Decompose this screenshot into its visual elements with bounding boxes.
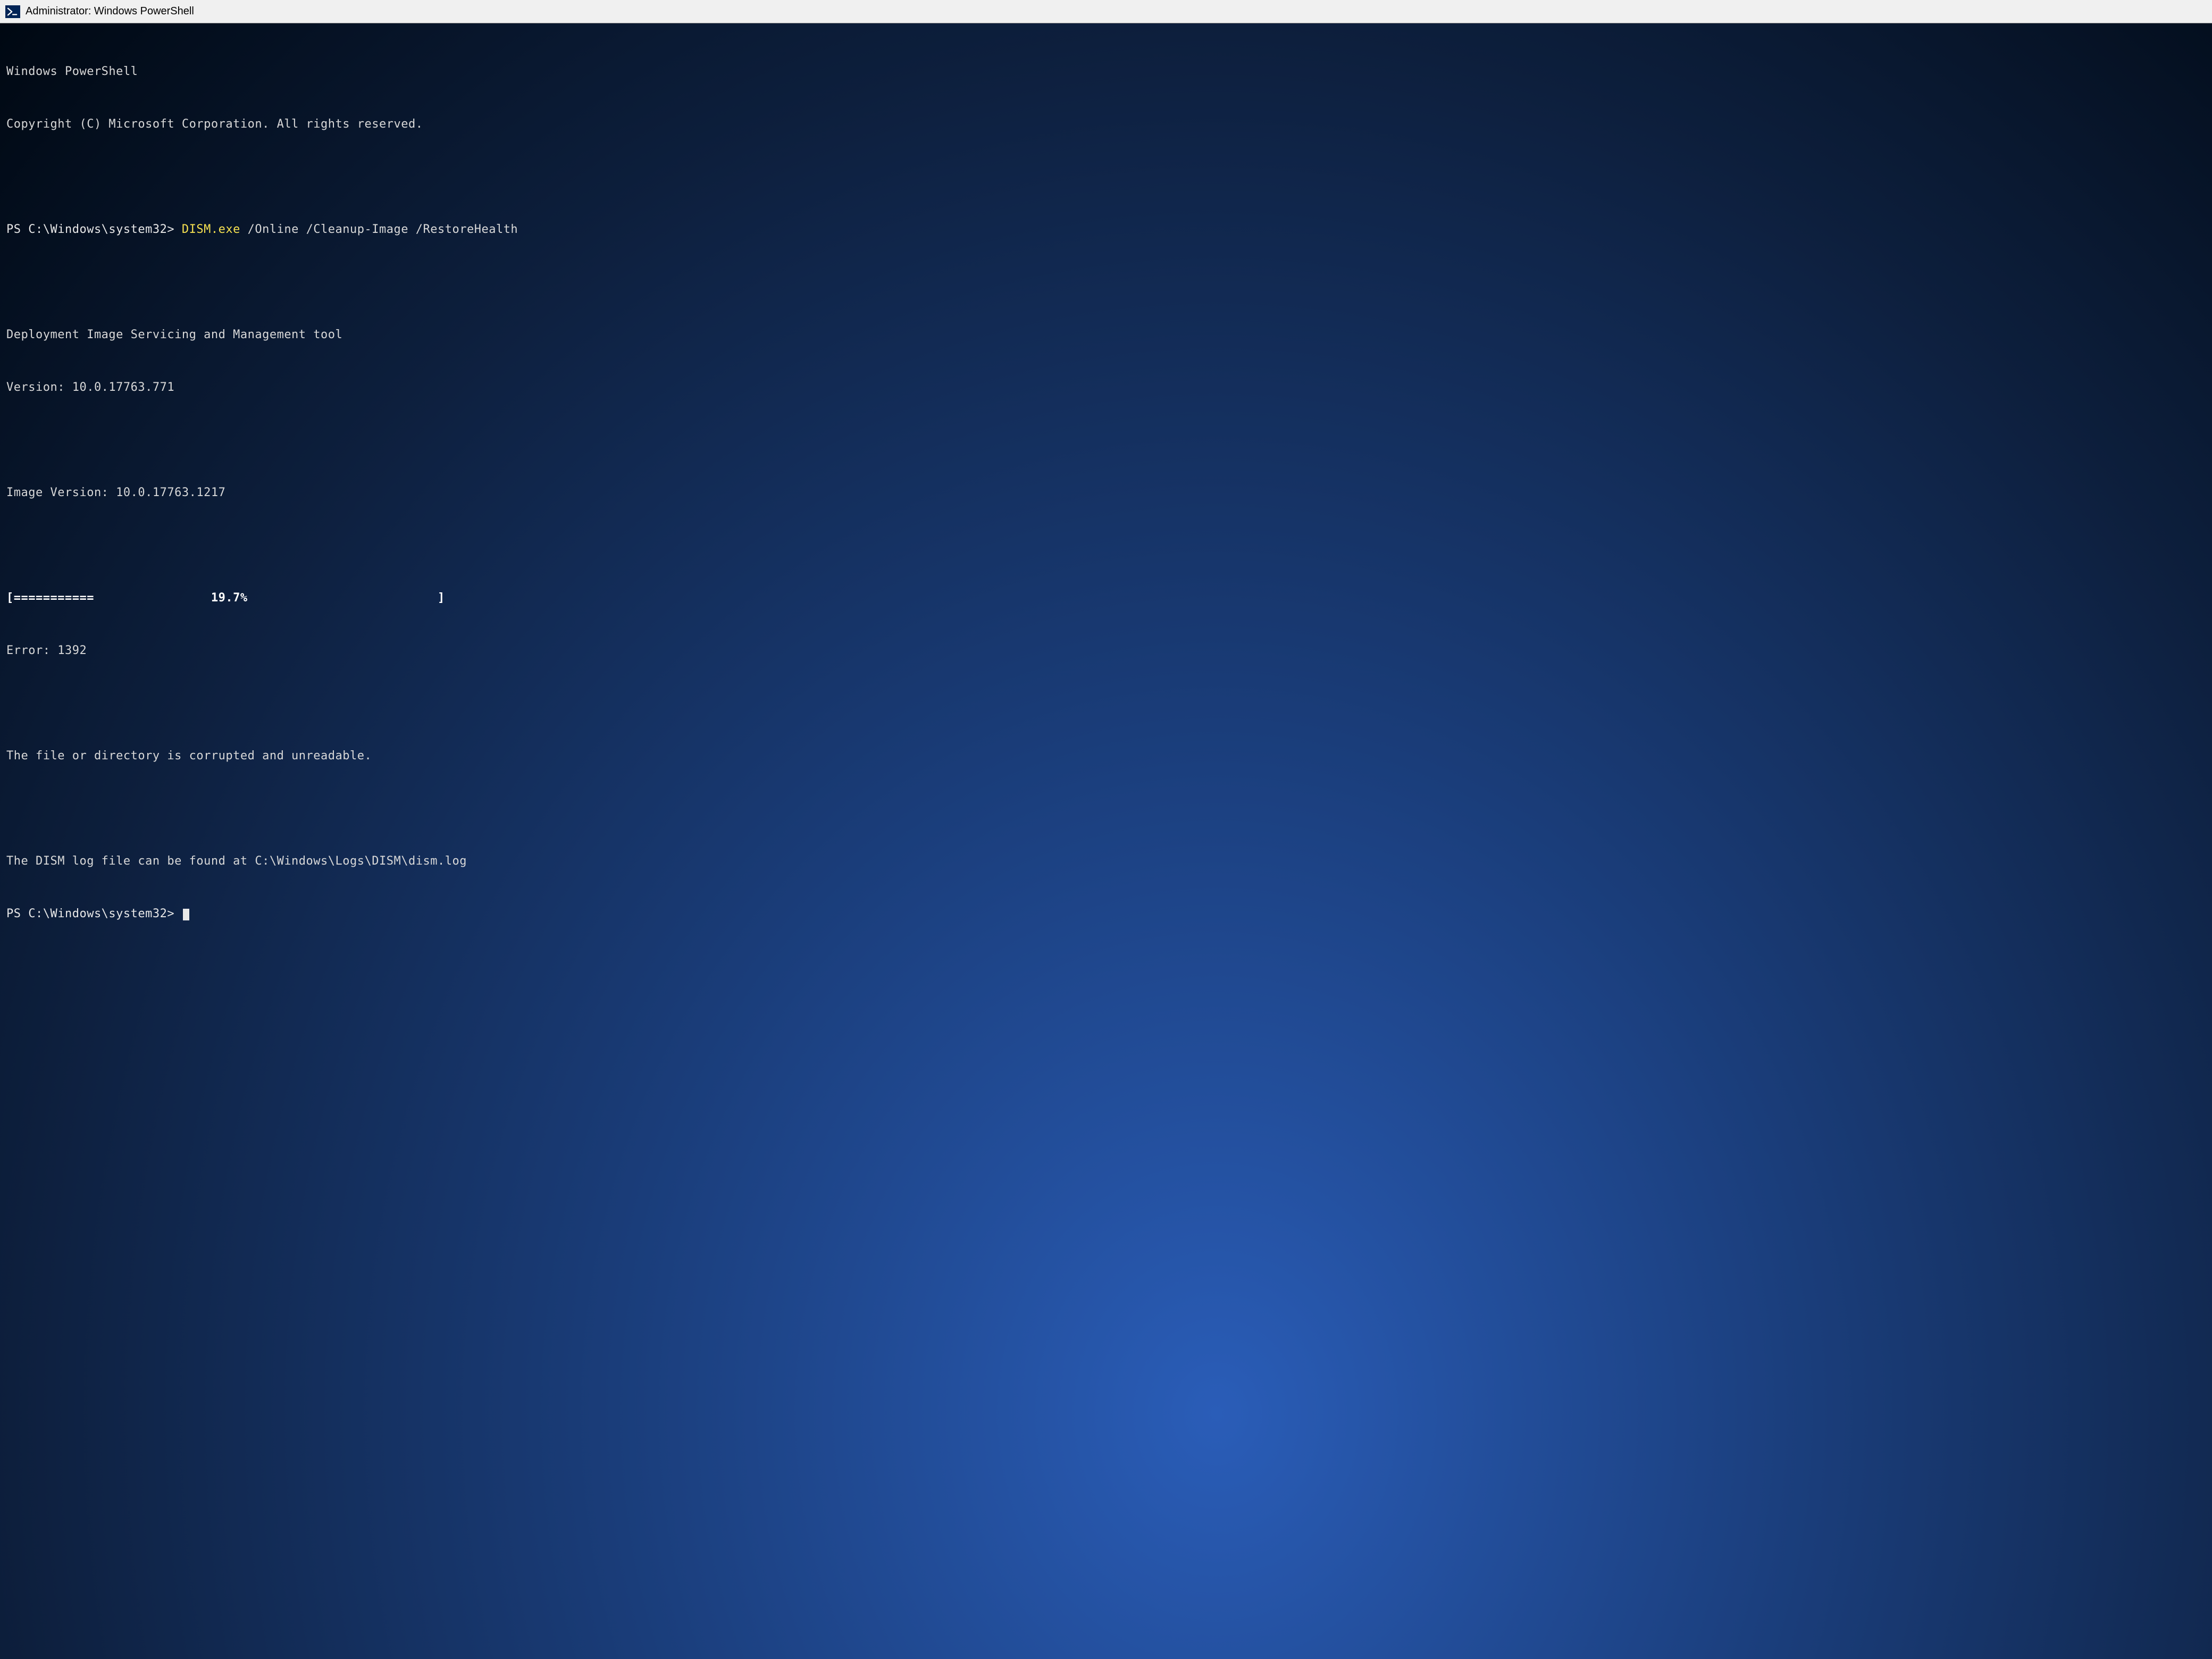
terminal-line-error-message: The file or directory is corrupted and u…: [6, 747, 2206, 765]
cursor: [183, 909, 189, 920]
blank-line: [6, 800, 2206, 817]
command-arguments: /Online /Cleanup-Image /RestoreHealth: [240, 223, 518, 236]
powershell-icon: [5, 5, 20, 18]
terminal-area[interactable]: Windows PowerShell Copyright (C) Microso…: [0, 23, 2212, 1659]
terminal-line-version: Version: 10.0.17763.771: [6, 379, 2206, 396]
prompt: PS C:\Windows\system32>: [6, 223, 182, 236]
terminal-line-copyright: Copyright (C) Microsoft Corporation. All…: [6, 115, 2206, 133]
command-executable: DISM.exe: [182, 223, 240, 236]
terminal-line-log-message: The DISM log file can be found at C:\Win…: [6, 852, 2206, 870]
window-title: Administrator: Windows PowerShell: [26, 5, 194, 18]
terminal-line-imageversion: Image Version: 10.0.17763.1217: [6, 484, 2206, 501]
terminal-command-line: PS C:\Windows\system32> DISM.exe /Online…: [6, 221, 2206, 238]
title-bar[interactable]: Administrator: Windows PowerShell: [0, 0, 2212, 23]
progress-bar: [=========== 19.7% ]: [6, 589, 2206, 607]
terminal-line-toolname: Deployment Image Servicing and Managemen…: [6, 326, 2206, 343]
prompt: PS C:\Windows\system32>: [6, 907, 182, 920]
blank-line: [6, 431, 2206, 449]
blank-line: [6, 168, 2206, 186]
terminal-line-error-code: Error: 1392: [6, 642, 2206, 659]
blank-line: [6, 273, 2206, 291]
powershell-window: Administrator: Windows PowerShell Window…: [0, 0, 2212, 1659]
terminal-line-header: Windows PowerShell: [6, 63, 2206, 80]
terminal-current-prompt: PS C:\Windows\system32>: [6, 905, 2206, 923]
blank-line: [6, 694, 2206, 712]
blank-line: [6, 537, 2206, 554]
